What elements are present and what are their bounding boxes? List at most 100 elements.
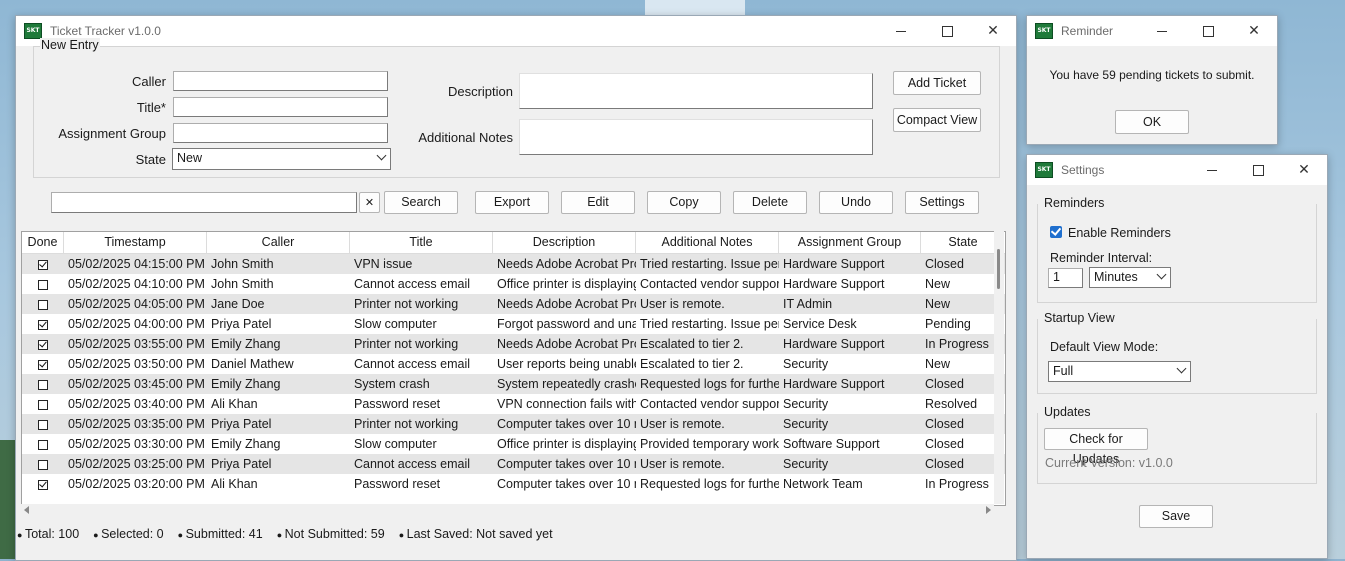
table-row[interactable]: 05/02/2025 04:10:00 PM John Smith Cannot a… bbox=[22, 274, 1005, 294]
cell-done[interactable] bbox=[22, 354, 64, 374]
enable-reminders-label[interactable]: Enable Reminders bbox=[1068, 226, 1171, 240]
checkbox-icon[interactable] bbox=[38, 259, 48, 270]
settings-button[interactable]: Settings bbox=[905, 191, 979, 214]
save-button[interactable]: Save bbox=[1139, 505, 1213, 528]
check-for-updates-button[interactable]: Check for Updates bbox=[1044, 428, 1148, 466]
reminder-title-bar[interactable]: SKT Reminder ✕ bbox=[1027, 16, 1277, 46]
cell-done[interactable] bbox=[22, 374, 64, 394]
cell-done[interactable] bbox=[22, 454, 64, 474]
horizontal-scrollbar[interactable] bbox=[21, 504, 994, 516]
cell-done[interactable] bbox=[22, 334, 64, 354]
export-button[interactable]: Export bbox=[475, 191, 549, 214]
scroll-thumb[interactable] bbox=[997, 249, 1000, 289]
checkbox-icon[interactable] bbox=[38, 339, 48, 350]
cell-done[interactable] bbox=[22, 314, 64, 334]
ok-button[interactable]: OK bbox=[1115, 110, 1189, 134]
cell-done[interactable] bbox=[22, 394, 64, 414]
cell-state: Closed bbox=[925, 417, 964, 431]
add-ticket-button[interactable]: Add Ticket bbox=[893, 71, 981, 95]
checkbox-icon[interactable] bbox=[38, 459, 48, 470]
tickets-table[interactable]: Done Timestamp Caller Title Description … bbox=[21, 231, 1006, 506]
search-button[interactable]: Search bbox=[384, 191, 458, 214]
table-row[interactable]: 05/02/2025 03:35:00 PM Priya Patel Printer… bbox=[22, 414, 1005, 434]
scroll-right-icon[interactable] bbox=[986, 506, 991, 514]
cell-done[interactable] bbox=[22, 474, 64, 494]
settings-title-bar[interactable]: SKT Settings ✕ bbox=[1027, 155, 1327, 185]
cell-notes: Provided temporary work bbox=[640, 437, 779, 451]
table-row[interactable]: 05/02/2025 03:55:00 PM Emily Zhang Printer… bbox=[22, 334, 1005, 354]
cell-caller: Priya Patel bbox=[211, 417, 272, 431]
settings-window-title: Settings bbox=[1061, 163, 1105, 177]
minimize-icon bbox=[1207, 169, 1217, 171]
table-row[interactable]: 05/02/2025 04:15:00 PM John Smith VPN issu… bbox=[22, 254, 1005, 274]
column-header-caller[interactable]: Caller bbox=[207, 232, 350, 253]
table-row[interactable]: 05/02/2025 03:40:00 PM Ali Khan Password r… bbox=[22, 394, 1005, 414]
close-button[interactable]: ✕ bbox=[1281, 155, 1327, 185]
cell-done[interactable] bbox=[22, 274, 64, 294]
checkbox-icon[interactable] bbox=[38, 479, 48, 490]
scroll-left-icon[interactable] bbox=[24, 506, 29, 514]
cell-caller: Jane Doe bbox=[211, 297, 265, 311]
caller-input[interactable] bbox=[173, 71, 388, 91]
column-header-state[interactable]: State bbox=[921, 232, 1005, 253]
enable-reminders-checkbox[interactable] bbox=[1050, 226, 1062, 238]
minimize-button[interactable] bbox=[1139, 16, 1185, 46]
maximize-button[interactable] bbox=[1235, 155, 1281, 185]
additional-notes-input[interactable] bbox=[519, 119, 873, 155]
cell-state: Closed bbox=[925, 437, 964, 451]
checkbox-icon[interactable] bbox=[38, 379, 48, 390]
column-header-assignment-group[interactable]: Assignment Group bbox=[779, 232, 921, 253]
checkbox-icon[interactable] bbox=[38, 319, 48, 330]
minimize-button[interactable] bbox=[1189, 155, 1235, 185]
close-button[interactable]: ✕ bbox=[970, 16, 1016, 46]
clear-search-button[interactable]: ✕ bbox=[359, 192, 380, 213]
title-input[interactable] bbox=[173, 97, 388, 117]
checkbox-icon[interactable] bbox=[38, 439, 48, 450]
maximize-button[interactable] bbox=[1185, 16, 1231, 46]
reminder-interval-input[interactable]: 1 bbox=[1048, 268, 1083, 288]
status-last-saved: Last Saved: Not saved yet bbox=[399, 527, 553, 541]
checkbox-icon[interactable] bbox=[38, 299, 48, 310]
edit-button[interactable]: Edit bbox=[561, 191, 635, 214]
checkbox-icon[interactable] bbox=[38, 419, 48, 430]
cell-done[interactable] bbox=[22, 294, 64, 314]
table-row[interactable]: 05/02/2025 04:00:00 PM Priya Patel Slow co… bbox=[22, 314, 1005, 334]
cell-done[interactable] bbox=[22, 254, 64, 274]
column-header-title[interactable]: Title bbox=[350, 232, 493, 253]
state-select[interactable]: New bbox=[172, 148, 391, 170]
checkbox-icon[interactable] bbox=[38, 399, 48, 410]
checkbox-icon[interactable] bbox=[38, 279, 48, 290]
column-header-description[interactable]: Description bbox=[493, 232, 636, 253]
table-row[interactable]: 05/02/2025 04:05:00 PM Jane Doe Printer no… bbox=[22, 294, 1005, 314]
delete-button[interactable]: Delete bbox=[733, 191, 807, 214]
table-row[interactable]: 05/02/2025 03:25:00 PM Priya Patel Cannot … bbox=[22, 454, 1005, 474]
maximize-button[interactable] bbox=[924, 16, 970, 46]
column-header-timestamp[interactable]: Timestamp bbox=[64, 232, 207, 253]
compact-view-button[interactable]: Compact View bbox=[893, 108, 981, 132]
table-row[interactable]: 05/02/2025 03:20:00 PM Ali Khan Password r… bbox=[22, 474, 1005, 494]
copy-button[interactable]: Copy bbox=[647, 191, 721, 214]
column-header-additional-notes[interactable]: Additional Notes bbox=[636, 232, 779, 253]
minimize-button[interactable] bbox=[878, 16, 924, 46]
title-bar[interactable]: SKT Ticket Tracker v1.0.0 ✕ bbox=[16, 16, 1016, 46]
table-row[interactable]: 05/02/2025 03:50:00 PM Daniel Mathew Canno… bbox=[22, 354, 1005, 374]
cell-description: Computer takes over 10 m bbox=[497, 457, 636, 471]
reminder-interval-unit-select[interactable]: Minutes bbox=[1089, 267, 1171, 288]
cell-done[interactable] bbox=[22, 414, 64, 434]
cell-description: VPN connection fails with bbox=[497, 397, 636, 411]
checkbox-icon[interactable] bbox=[38, 359, 48, 370]
table-row[interactable]: 05/02/2025 03:30:00 PM Emily Zhang Slow co… bbox=[22, 434, 1005, 454]
cell-title: Cannot access email bbox=[354, 357, 471, 371]
cell-caller: Priya Patel bbox=[211, 457, 272, 471]
assignment-group-input[interactable] bbox=[173, 123, 388, 143]
vertical-scrollbar[interactable] bbox=[994, 231, 1004, 504]
description-input[interactable] bbox=[519, 73, 873, 109]
undo-button[interactable]: Undo bbox=[819, 191, 893, 214]
default-view-mode-select[interactable]: Full bbox=[1048, 361, 1191, 382]
column-header-done[interactable]: Done bbox=[22, 232, 64, 253]
cell-description: Computer takes over 10 m bbox=[497, 417, 636, 431]
cell-done[interactable] bbox=[22, 434, 64, 454]
close-button[interactable]: ✕ bbox=[1231, 16, 1277, 46]
search-input[interactable] bbox=[51, 192, 357, 213]
table-row[interactable]: 05/02/2025 03:45:00 PM Emily Zhang System … bbox=[22, 374, 1005, 394]
